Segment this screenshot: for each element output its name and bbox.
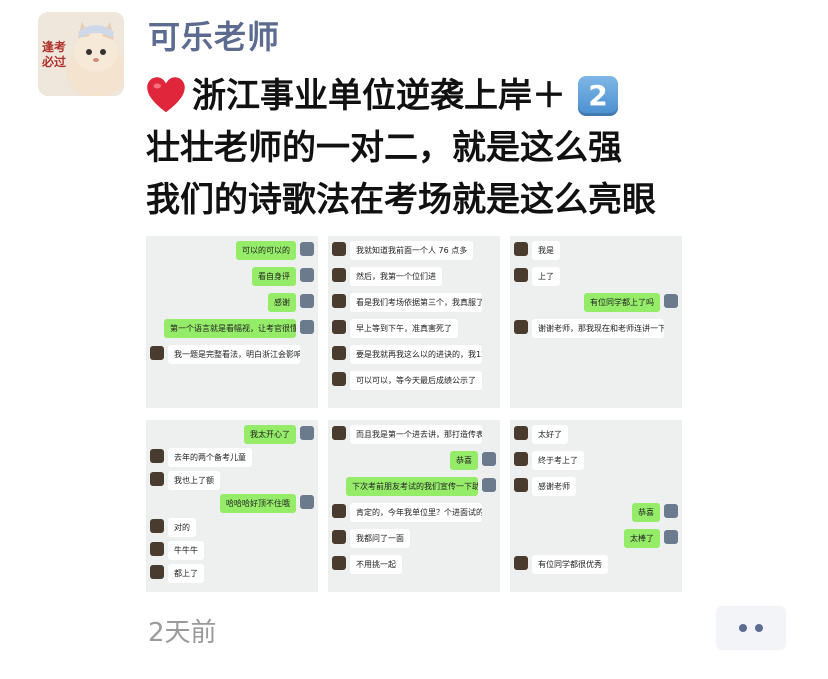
chat-avatar xyxy=(300,268,314,282)
chat-avatar xyxy=(150,472,164,487)
chat-message: 都上了 xyxy=(168,563,204,583)
chat-screenshot-3[interactable]: 我是上了有位同学都上了吗谢谢老师，那我现在和老师连讲一下吧 xyxy=(510,236,682,408)
chat-message: 要是我就再我这么以的进诀的，我12分钟没到就讲完了 xyxy=(350,345,482,364)
chat-avatar xyxy=(514,452,528,466)
chat-avatar xyxy=(514,556,528,570)
chat-avatar xyxy=(332,320,346,334)
post-line-1-text: 浙江事业单位逆袭上岸＋ xyxy=(192,76,566,116)
chat-message: 不用挑一起 xyxy=(350,555,402,574)
post-text: 浙江事业单位逆袭上岸＋ 2 壮壮老师的一对二，就是这么强 我们的诗歌法在考场就是… xyxy=(146,70,786,226)
chat-message: 我太开心了 xyxy=(244,425,296,444)
chat-message: 第一个语言就是看幅视，让考官很懂 xyxy=(164,319,296,338)
chat-message: 太棒了 xyxy=(624,529,660,548)
chat-message: 牛牛牛 xyxy=(168,540,204,560)
chat-message: 我都问了一面 xyxy=(350,529,410,548)
chat-screenshot-6[interactable]: 太好了终于考上了感谢老师恭喜太棒了 有位同学都很优秀 xyxy=(510,420,682,592)
chat-avatar xyxy=(664,530,678,544)
chat-avatar xyxy=(300,426,314,440)
chat-avatar xyxy=(332,530,346,544)
chat-avatar xyxy=(150,346,164,360)
chat-message: 而且我是第一个进去讲，那打造传表我们的答题很好 xyxy=(350,425,482,444)
post-line-1: 浙江事业单位逆袭上岸＋ 2 xyxy=(146,70,786,122)
chat-avatar xyxy=(482,478,496,492)
chat-avatar xyxy=(332,294,346,308)
chat-screenshot-1[interactable]: 可以的可以的看自身评感谢第一个语言就是看幅视，让考官很懂我一题是完整看法，明白浙… xyxy=(146,236,318,408)
chat-avatar xyxy=(150,564,164,579)
chat-avatar xyxy=(514,426,528,440)
chat-message: 终于考上了 xyxy=(532,451,584,470)
chat-message: 哈哈哈好顶不住哦 xyxy=(220,494,296,514)
chat-avatar xyxy=(150,518,164,533)
chat-message: 我一题是完整看法，明白浙江会影响农户的生产方面 xyxy=(168,345,300,364)
chat-avatar xyxy=(482,452,496,466)
chat-message: 太好了 xyxy=(532,425,568,444)
chat-avatar xyxy=(150,449,164,464)
chat-avatar xyxy=(300,495,314,510)
chat-message: 看是我们考场依据第三个，我真服了 xyxy=(350,293,482,312)
chat-avatar xyxy=(300,242,314,256)
chat-message: 肯定的，今年我单位里？个进面试的 xyxy=(350,503,482,522)
chat-screenshot-2[interactable]: 我就知道我前面一个人 76 点多 然后，我第一个位们进看是我们考场依据第三个，我真… xyxy=(328,236,500,408)
chat-message: 恭喜 xyxy=(450,451,478,470)
post-line-2: 壮壮老师的一对二，就是这么强 xyxy=(146,128,622,168)
chat-message: 对的 xyxy=(168,517,196,537)
post-line-3: 我们的诗歌法在考场就是这么亮眼 xyxy=(146,180,656,220)
keycap-number-icon: 2 xyxy=(578,76,618,116)
chat-avatar xyxy=(332,426,346,440)
more-button[interactable] xyxy=(716,606,786,650)
chat-message: 有位同学都上了吗 xyxy=(584,293,660,312)
chat-screenshot-5[interactable]: 而且我是第一个进去讲，那打造传表我们的答题很好恭喜下次考前朋友考试的我们宣传一下… xyxy=(328,420,500,592)
more-dot-icon xyxy=(755,624,763,632)
heart-icon xyxy=(147,77,185,113)
more-dot-icon xyxy=(739,624,747,632)
chat-avatar xyxy=(664,294,678,308)
chat-avatar xyxy=(514,242,528,256)
chat-message: 感谢 xyxy=(268,293,296,312)
avatar-caption: 逢考必过 xyxy=(42,40,67,69)
chat-avatar xyxy=(150,541,164,556)
chat-message: 有位同学都很优秀 xyxy=(532,555,608,574)
chat-message: 恭喜 xyxy=(632,503,660,522)
chat-avatar xyxy=(332,346,346,360)
chat-message: 早上等到下午，准真害死了 xyxy=(350,319,458,338)
chat-message: 下次考前朋友考试的我们宣传一下助助哦 xyxy=(346,477,478,496)
chat-message: 谢谢老师，那我现在和老师连讲一下吧 xyxy=(532,319,664,338)
author-name[interactable]: 可乐老师 xyxy=(148,12,280,58)
chat-avatar xyxy=(300,294,314,308)
author-avatar[interactable]: 逢考必过 xyxy=(38,12,124,96)
chat-message: 可以的可以的 xyxy=(236,241,296,260)
chat-message: 我是 xyxy=(532,241,560,260)
chat-avatar xyxy=(332,556,346,570)
chat-avatar xyxy=(514,478,528,492)
chat-avatar xyxy=(332,242,346,256)
chat-avatar xyxy=(664,504,678,518)
chat-message: 看自身评 xyxy=(252,267,296,286)
chat-message: 感谢老师 xyxy=(532,477,576,496)
image-grid: 可以的可以的看自身评感谢第一个语言就是看幅视，让考官很懂我一题是完整看法，明白浙… xyxy=(146,236,684,592)
chat-message: 去年的两个备考儿童 xyxy=(168,448,252,468)
chat-avatar xyxy=(332,372,346,386)
chat-avatar xyxy=(332,268,346,282)
chat-avatar xyxy=(514,320,528,334)
chat-avatar xyxy=(300,320,314,334)
chat-message: 可以可以，等今天最后成绩公示了 xyxy=(350,371,482,390)
chat-avatar xyxy=(514,268,528,282)
chat-message: 上了 xyxy=(532,267,560,286)
chat-message: 我就知道我前面一个人 76 点多 xyxy=(350,241,474,260)
post-time: 2天前 xyxy=(148,618,217,648)
chat-avatar xyxy=(332,504,346,518)
chat-message: 然后，我第一个位们进 xyxy=(350,267,442,286)
chat-message: 我也上了额 xyxy=(168,471,220,491)
chat-screenshot-4[interactable]: 我太开心了去年的两个备考儿童 我也上了额 哈哈哈好顶不住哦对的牛牛牛都上了 xyxy=(146,420,318,592)
